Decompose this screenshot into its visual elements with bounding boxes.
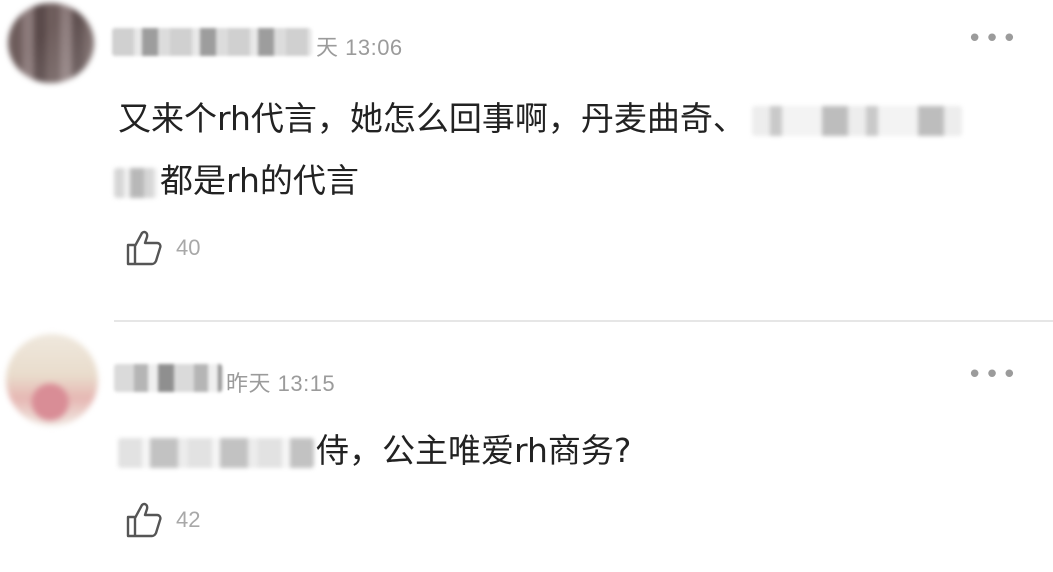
comment-timestamp: 天 13:06: [316, 35, 403, 60]
comment-text: 侍，公主唯爱rh商务?: [316, 431, 632, 470]
redacted-text: [751, 105, 962, 136]
comment-text-line: 都是rh的代言: [114, 150, 359, 212]
redacted-text: [114, 167, 158, 198]
avatar[interactable]: [8, 3, 94, 83]
like-button[interactable]: 42: [124, 500, 200, 540]
username-redacted[interactable]: [114, 364, 222, 392]
like-count: 40: [176, 235, 201, 260]
avatar[interactable]: [6, 334, 98, 426]
more-dots-icon[interactable]: •••: [967, 362, 1019, 388]
redacted-text: [118, 437, 314, 468]
comment-timestamp: 昨天 13:15: [226, 371, 336, 396]
more-dots-icon[interactable]: •••: [967, 26, 1019, 52]
thumbs-up-icon: [126, 502, 162, 538]
like-button[interactable]: 40: [124, 228, 200, 268]
comment-text: 又来个rh代言，她怎么回事啊，丹麦曲奇、: [118, 99, 746, 138]
username-redacted[interactable]: [112, 28, 312, 56]
comment-text: 都是rh的代言: [160, 161, 359, 200]
comment-text-line: 又来个rh代言，她怎么回事啊，丹麦曲奇、: [118, 88, 962, 150]
comment-item: 天 13:06 ••• 又来个rh代言，她怎么回事啊，丹麦曲奇、 都是rh的代言…: [0, 0, 1053, 320]
comment-text-line: 侍，公主唯爱rh商务?: [118, 420, 631, 482]
thumbs-up-icon: [126, 230, 162, 266]
comment-item: 昨天 13:15 ••• 侍，公主唯爱rh商务? 42: [0, 322, 1053, 572]
like-count: 42: [176, 507, 201, 532]
